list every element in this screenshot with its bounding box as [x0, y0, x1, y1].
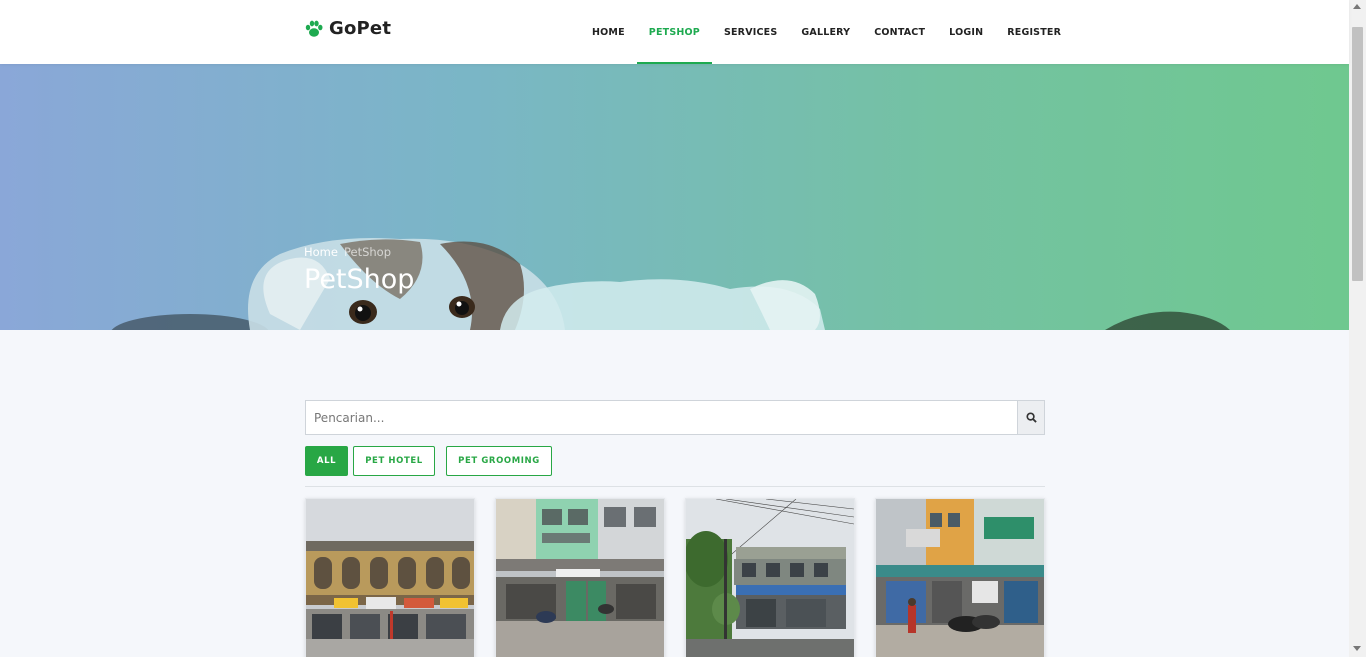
brand-logo[interactable]: GoPet — [304, 18, 391, 39]
nav-register[interactable]: REGISTER — [995, 0, 1073, 64]
search-input[interactable] — [305, 400, 1017, 435]
filter-pet-grooming-button[interactable]: PET GROOMING — [446, 446, 552, 476]
search-icon — [1025, 412, 1037, 423]
hero-banner: Home PetShop PetShop — [0, 64, 1349, 330]
petshop-card[interactable] — [305, 498, 475, 657]
site-header: GoPet HOME PETSHOP SERVICES GALLERY CONT… — [0, 0, 1349, 64]
filter-all-button[interactable]: ALL — [305, 446, 348, 476]
nav-gallery[interactable]: GALLERY — [789, 0, 862, 64]
brand-name: GoPet — [329, 18, 392, 39]
paw-icon — [305, 20, 323, 37]
nav-login[interactable]: LOGIN — [937, 0, 995, 64]
petshop-grid — [305, 498, 1045, 657]
petshop-card[interactable] — [685, 498, 855, 657]
petshop-card[interactable] — [875, 498, 1045, 657]
filter-pet-hotel-button[interactable]: PET HOTEL — [353, 446, 435, 476]
nav-services[interactable]: SERVICES — [712, 0, 789, 64]
petshop-card[interactable] — [495, 498, 665, 657]
petshop-building-image — [306, 499, 474, 657]
search-bar — [305, 400, 1045, 435]
main-nav: HOME PETSHOP SERVICES GALLERY CONTACT LO… — [580, 0, 1073, 64]
breadcrumb-current: PetShop — [343, 245, 392, 259]
scrollbar-thumb[interactable] — [1352, 27, 1363, 281]
nav-petshop[interactable]: PETSHOP — [636, 0, 713, 64]
page-title: PetShop — [304, 264, 415, 295]
nav-contact[interactable]: CONTACT — [862, 0, 937, 64]
scroll-down-arrow-icon[interactable] — [1353, 646, 1361, 651]
scroll-up-arrow-icon[interactable] — [1353, 4, 1361, 9]
page-scrollbar[interactable] — [1349, 0, 1366, 657]
breadcrumb-home[interactable]: Home — [304, 245, 338, 259]
category-filters: ALL PET HOTEL PET GROOMING — [305, 446, 552, 476]
divider — [305, 486, 1045, 487]
search-button[interactable] — [1017, 400, 1045, 435]
breadcrumb: Home PetShop — [304, 245, 391, 259]
hero-dogs-image — [111, 238, 1230, 330]
petshop-building-image — [876, 499, 1044, 657]
nav-home[interactable]: HOME — [580, 0, 637, 64]
petshop-building-image — [496, 499, 664, 657]
petshop-building-image — [686, 499, 854, 657]
